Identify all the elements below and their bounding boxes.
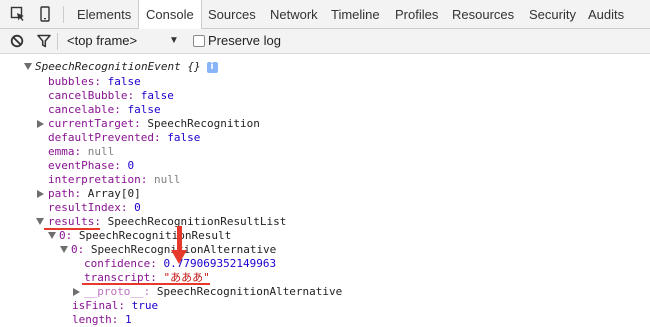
tree-root[interactable]: SpeechRecognitionEvent {} i xyxy=(35,60,218,74)
annotation-arrow-shaft xyxy=(177,226,182,252)
clear-console-icon[interactable] xyxy=(10,34,26,50)
prop-results[interactable]: results: SpeechRecognitionResultList xyxy=(48,215,286,229)
frame-select-arrow-icon[interactable]: ▼ xyxy=(169,34,179,48)
device-mode-icon[interactable] xyxy=(37,6,53,22)
prop-default-prevented: defaultPrevented: false xyxy=(48,131,201,144)
tabbar-separator xyxy=(63,6,64,23)
prop-bubbles: bubbles: false xyxy=(48,75,141,88)
expand-triangle-icon[interactable] xyxy=(48,232,56,239)
tab-resources[interactable]: Resources xyxy=(452,0,514,28)
expand-triangle-icon[interactable] xyxy=(37,120,44,128)
console-output: SpeechRecognitionEvent {} i bubbles: fals… xyxy=(0,54,650,326)
tab-sources[interactable]: Sources xyxy=(208,0,256,28)
result-item-0[interactable]: 0: SpeechRecognitionResult xyxy=(59,229,231,243)
prop-path[interactable]: path: Array[0] xyxy=(48,187,141,201)
prop-event-phase: eventPhase: 0 xyxy=(48,159,135,172)
frame-select[interactable]: <top frame> xyxy=(67,34,137,48)
toolbar-separator xyxy=(57,33,58,50)
prop-emma: emma: null xyxy=(48,145,115,158)
tab-network[interactable]: Network xyxy=(270,0,318,28)
info-icon[interactable]: i xyxy=(206,62,218,73)
console-toolbar: <top frame> ▼ Preserve log xyxy=(0,29,650,54)
tab-profiles[interactable]: Profiles xyxy=(395,0,438,28)
prop-current-target[interactable]: currentTarget: SpeechRecognition xyxy=(48,117,260,131)
expand-triangle-icon[interactable] xyxy=(37,190,44,198)
prop-result-index: resultIndex: 0 xyxy=(48,201,141,214)
root-label: SpeechRecognitionEvent {} xyxy=(35,60,201,73)
annotation-arrow-down-icon xyxy=(171,250,187,264)
filter-icon[interactable] xyxy=(37,34,53,50)
tab-elements[interactable]: Elements xyxy=(77,0,131,28)
prop-cancel-bubble: cancelBubble: false xyxy=(48,89,174,102)
tab-console[interactable]: Console xyxy=(138,0,202,29)
expand-triangle-icon[interactable] xyxy=(24,63,32,70)
expand-triangle-icon[interactable] xyxy=(73,288,80,296)
prop-interpretation: interpretation: null xyxy=(48,173,181,186)
tab-security[interactable]: Security xyxy=(529,0,576,28)
prop-alternative-proto[interactable]: __proto__: SpeechRecognitionAlternative xyxy=(84,285,342,299)
devtools-tabbar: Elements Console Sources Network Timelin… xyxy=(0,0,650,29)
inspect-element-icon[interactable] xyxy=(10,6,26,22)
expand-triangle-icon[interactable] xyxy=(36,218,44,225)
tab-audits[interactable]: Audits xyxy=(588,0,624,28)
tab-timeline[interactable]: Timeline xyxy=(331,0,380,28)
expand-triangle-icon[interactable] xyxy=(60,246,68,253)
preserve-log-label: Preserve log xyxy=(208,33,281,48)
preserve-log-checkbox[interactable] xyxy=(193,35,205,47)
prop-is-final: isFinal: true xyxy=(72,299,159,312)
prop-cancelable: cancelable: false xyxy=(48,103,161,116)
